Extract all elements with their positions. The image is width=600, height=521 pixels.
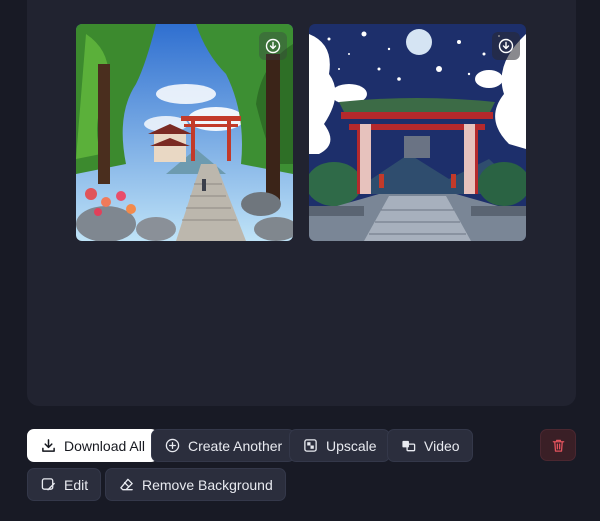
create-another-button[interactable]: Create Another [151, 429, 296, 462]
upscale-icon [302, 438, 318, 454]
download-icon [40, 438, 56, 454]
edit-button[interactable]: Edit [27, 468, 102, 501]
create-another-label: Create Another [188, 437, 283, 454]
download-image-2-button[interactable] [492, 32, 520, 60]
video-label: Video [424, 437, 460, 454]
generated-image-2[interactable] [309, 24, 526, 241]
trash-icon [552, 439, 564, 452]
generated-image-1[interactable] [76, 24, 293, 241]
upscale-label: Upscale [326, 437, 377, 454]
remove-background-label: Remove Background [142, 476, 273, 493]
download-circle-icon [265, 38, 281, 54]
download-image-1-button[interactable] [259, 32, 287, 60]
delete-button[interactable] [540, 429, 576, 461]
video-icon [400, 438, 416, 454]
plus-circle-icon [164, 438, 180, 454]
image-results-panel [27, 0, 576, 406]
video-button[interactable]: Video [387, 429, 473, 462]
edit-label: Edit [64, 476, 89, 493]
remove-background-button[interactable]: Remove Background [105, 468, 286, 501]
download-all-button[interactable]: Download All [27, 429, 158, 462]
upscale-button[interactable]: Upscale [289, 429, 390, 462]
edit-image-icon [40, 477, 56, 493]
download-all-label: Download All [64, 437, 145, 454]
download-circle-icon [498, 38, 514, 54]
eraser-icon [118, 477, 134, 493]
